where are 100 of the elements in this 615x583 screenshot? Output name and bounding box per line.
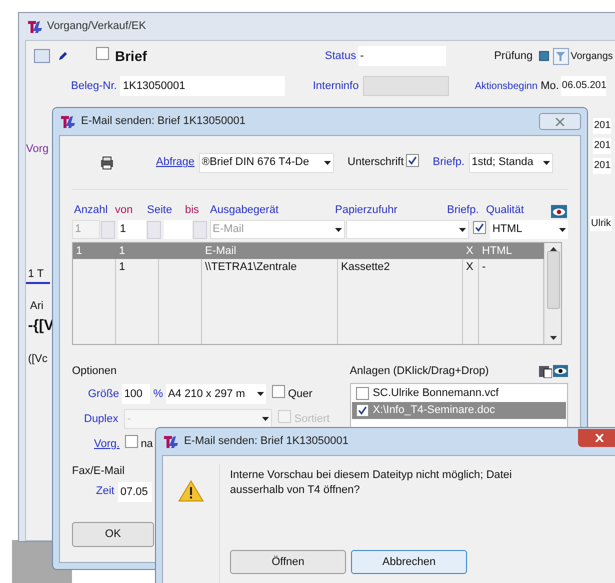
landscape-label: Quer	[288, 386, 312, 402]
warning-icon	[178, 480, 204, 502]
close-button[interactable]	[578, 428, 615, 446]
table-cell-text: -	[481, 260, 487, 275]
text-fragment: Ari	[29, 299, 44, 314]
table-cell-text: Kassette2	[340, 260, 391, 275]
close-button[interactable]	[539, 113, 581, 130]
checkbox[interactable]	[96, 46, 109, 60]
caret-icon	[324, 160, 331, 164]
table-cell-text: E-Mail	[204, 244, 238, 259]
column-header: Papierzufuhr	[335, 202, 398, 218]
paper-size-dropdown[interactable]: A4 210 x 297 m	[166, 384, 266, 404]
duplex-label: Duplex	[84, 412, 118, 427]
letterhead-dropdown[interactable]: 1std; Standa	[468, 152, 553, 172]
process-option-label: na	[140, 436, 153, 452]
caret-icon	[558, 228, 566, 232]
preview-eye-icon[interactable]	[551, 205, 567, 218]
caret-icon	[542, 160, 550, 164]
text-fragment: ([Vc	[27, 352, 49, 367]
document-number-field[interactable]: 1K13050001	[120, 76, 285, 96]
signature-label: Unterschrift	[348, 155, 404, 170]
column-header: Seite	[147, 202, 174, 218]
window-title: Vorgang/Verkauf/EK	[47, 19, 146, 34]
section-title: Anlagen (DKlick/Drag+Drop)	[350, 364, 490, 379]
query-label: Abfrage	[156, 155, 195, 170]
time-label: Zeit	[96, 484, 114, 500]
check-icon	[358, 406, 367, 414]
section-title: Optionen	[72, 364, 117, 379]
ok-button[interactable]: OK	[72, 522, 154, 547]
checkbox[interactable]	[356, 386, 369, 400]
checkbox[interactable]	[356, 404, 369, 416]
table-cell-text: HTML	[481, 244, 513, 259]
document-icon[interactable]	[34, 49, 50, 63]
scrollbar[interactable]	[544, 243, 561, 344]
tab[interactable]: 1 T	[26, 266, 50, 284]
close-icon	[594, 434, 604, 442]
quality-dropdown[interactable]: HTML	[490, 220, 568, 239]
caret-icon	[262, 417, 270, 421]
letterhead-label: Briefp.	[432, 155, 465, 170]
column-header: bis	[185, 202, 200, 218]
from-field[interactable]: 1	[118, 220, 146, 239]
dialog-button[interactable]: Öffnen	[230, 550, 346, 574]
text-fragment: Vorg	[26, 142, 50, 157]
date-field[interactable]: 06.05.201	[560, 76, 606, 96]
table-cell-text: \\TETRA1\Zentrale	[204, 260, 298, 275]
internal-info-label: Interninfo	[312, 78, 359, 94]
table-cell-text: 1	[118, 244, 126, 259]
weekday-label: Mo.	[540, 78, 559, 94]
app-logo-icon	[27, 20, 43, 34]
date-fragment: 201	[593, 158, 611, 174]
check-icon	[475, 223, 484, 232]
check-icon	[408, 156, 417, 166]
app-logo-icon	[163, 434, 179, 448]
app-logo-icon	[60, 114, 76, 128]
document-number-label: Beleg-Nr.	[71, 78, 117, 94]
checkbox[interactable]	[406, 154, 419, 168]
column-header: Anzahl	[74, 202, 109, 218]
campaign-start-label: Aktionsbeginn	[474, 80, 538, 94]
process-label: Vorg.	[94, 436, 120, 452]
table-cell-text: X	[465, 244, 474, 259]
checkbox[interactable]	[124, 434, 138, 448]
close-icon	[555, 118, 565, 126]
time-field[interactable]: 07.05	[118, 482, 152, 502]
query-dropdown[interactable]: ®Brief DIN 676 T4-De	[198, 152, 334, 172]
text-fragment: -{[V	[27, 316, 55, 336]
status-label: Status	[324, 48, 356, 64]
status-square-icon	[538, 51, 549, 61]
percent-label: %	[153, 386, 163, 402]
document-type: Brief	[115, 46, 147, 66]
dialog-title: E-Mail senden: Brief 1K13050001	[81, 114, 246, 130]
scrollbar-thumb[interactable]	[546, 250, 560, 308]
date-fragment: 201	[593, 118, 611, 134]
dialog-button[interactable]: Abbrechen	[351, 550, 467, 574]
section-title: Fax/E-Mail	[72, 464, 125, 478]
name-fragment: Ulrik	[590, 216, 612, 231]
column-header: von	[115, 202, 134, 218]
caret-icon	[334, 228, 342, 232]
size-field[interactable]: 100	[122, 384, 150, 404]
filter-field[interactable]: Vorgangs	[570, 48, 613, 64]
filter-icon[interactable]	[552, 48, 569, 64]
checkbox[interactable]	[473, 221, 486, 234]
table-cell-text: X	[465, 260, 474, 275]
date-fragment: 201	[593, 138, 611, 154]
table-cell-text: 1	[118, 260, 126, 275]
checkbox[interactable]	[272, 384, 285, 398]
pencil-icon[interactable]	[58, 51, 68, 61]
column-header: Briefp.	[447, 202, 480, 218]
table-cell-text: 1	[75, 244, 84, 259]
column-header: Ausgabegerät	[210, 202, 280, 218]
attachment-item[interactable]: SC.Ulrike Bonnemann.vcf	[352, 384, 566, 402]
status-field[interactable]: -	[358, 46, 446, 66]
list-row[interactable]: 1 \\TETRA1\Zentrale Kassette2 X -	[73, 259, 544, 275]
to-field[interactable]	[164, 220, 192, 239]
caret-icon	[256, 392, 264, 396]
caret-icon	[459, 228, 466, 232]
internal-info-field[interactable]	[362, 76, 449, 96]
printer-icon[interactable]	[100, 156, 114, 170]
scroll-down-icon[interactable]	[550, 336, 556, 340]
size-label: Größe	[88, 386, 120, 402]
paste-icon[interactable]	[539, 364, 552, 378]
